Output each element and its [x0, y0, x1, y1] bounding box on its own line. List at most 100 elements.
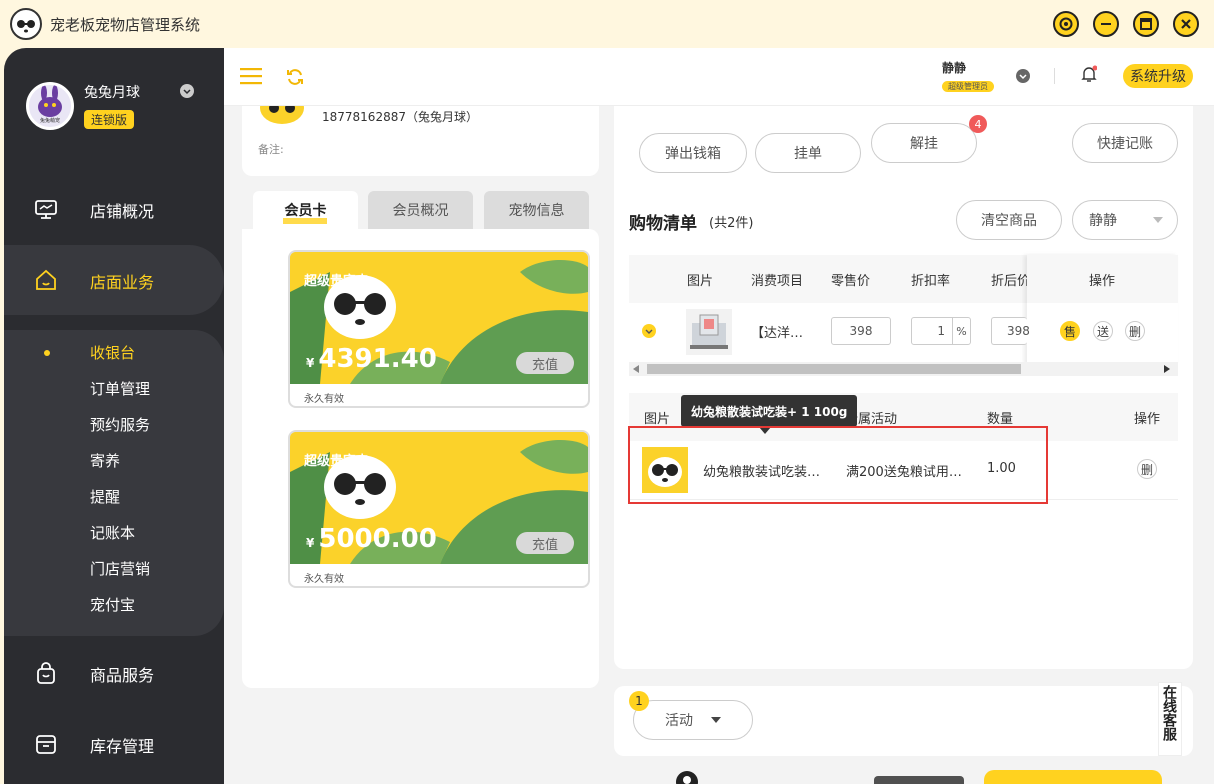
discount-input[interactable]: 1 %: [911, 317, 971, 345]
scrollbar-thumb[interactable]: [647, 364, 1021, 374]
maximize-button[interactable]: [1133, 11, 1159, 37]
upgrade-button[interactable]: 系统升级: [1123, 64, 1193, 88]
minimize-icon: [1101, 23, 1111, 25]
hold-order-button[interactable]: 挂单: [755, 133, 861, 173]
operator-role-badge: 超级管理员: [942, 81, 994, 92]
member-phone: 18778162887（兔兔月球）: [322, 110, 478, 124]
column-header: 数量: [987, 412, 1014, 427]
member-card[interactable]: 超级贵宾卡 ¥5000.00 充值 永久有效: [288, 430, 590, 588]
column-header: 图片: [644, 412, 671, 427]
target-icon: [1059, 17, 1073, 31]
tab-label: 会员卡: [284, 203, 327, 219]
member-card[interactable]: 超级贵宾卡 ¥4391.40 充值 永久有效: [288, 250, 590, 408]
highlight-box: [628, 426, 1048, 504]
scroll-left-icon[interactable]: [633, 365, 639, 373]
house-icon: [36, 269, 56, 290]
subnav-appointments[interactable]: 预约服务: [90, 414, 150, 435]
card-balance: ¥5000.00: [306, 524, 437, 554]
column-header: 消费项目: [751, 274, 804, 289]
retail-price-input[interactable]: 398: [831, 317, 891, 345]
close-button[interactable]: [1173, 11, 1199, 37]
recharge-button[interactable]: 充值: [516, 352, 574, 374]
card-amount-value: 5000.00: [318, 524, 437, 554]
activity-bar: 活动 1: [614, 686, 1193, 756]
bag-icon: [37, 662, 55, 684]
app-title: 宠老板宠物店管理系统: [50, 16, 201, 34]
horizontal-scrollbar[interactable]: [629, 362, 1027, 376]
tab-pet-info[interactable]: 宠物信息: [484, 191, 589, 229]
product-name: 【达洋…: [751, 326, 804, 341]
member-card-panel: 超级贵宾卡 ¥4391.40 充值 永久有效 超级贵宾卡 ¥ 5000.00 充…: [242, 229, 599, 688]
total-amount-partial: [874, 776, 964, 784]
subnav-marketing[interactable]: 门店营销: [90, 558, 150, 579]
nav-label: 店铺概况: [90, 202, 155, 221]
quick-record-button[interactable]: 快捷记账: [1072, 123, 1178, 163]
close-icon: [1181, 19, 1191, 29]
delete-button[interactable]: 删: [1125, 321, 1145, 341]
refresh-icon[interactable]: [286, 68, 304, 86]
expand-chevron-icon[interactable]: [642, 324, 656, 338]
menu-icon[interactable]: [240, 67, 262, 85]
operator-name: 静静: [942, 61, 967, 75]
subnav-cashier[interactable]: 收银台: [90, 342, 135, 363]
card-amount-value: 4391.40: [318, 344, 437, 374]
submenu: [4, 330, 224, 636]
active-dot: [44, 350, 50, 356]
final-price-input[interactable]: 398: [991, 317, 1030, 345]
user-menu-chevron-icon[interactable]: [180, 84, 194, 98]
card-title: 超级贵宾卡: [304, 274, 370, 289]
unhold-count-badge: 4: [969, 115, 987, 133]
sell-button[interactable]: 售: [1060, 321, 1080, 341]
unhold-order-button[interactable]: 解挂: [871, 123, 977, 163]
top-bar: 静静 超级管理员 系统升级: [224, 48, 1214, 106]
staff-select-value: 静静: [1089, 213, 1117, 229]
cart-count: (共2件): [709, 216, 754, 231]
activity-count-badge: 1: [629, 691, 649, 711]
column-header: 操作: [1134, 412, 1161, 427]
subnav-orders[interactable]: 订单管理: [90, 378, 150, 399]
subnav-petpay[interactable]: 宠付宝: [90, 594, 135, 615]
currency-symbol: ¥: [306, 356, 315, 370]
member-info-panel: 18778162887（兔兔月球） 备注:: [242, 106, 599, 176]
operator-chevron-down-icon[interactable]: [1016, 69, 1030, 83]
member-note-label: 备注:: [258, 143, 284, 156]
subnav-ledger[interactable]: 记账本: [90, 522, 135, 543]
caret-down-icon: [1153, 217, 1163, 223]
subnav-reminders[interactable]: 提醒: [90, 486, 120, 507]
member-avatar-icon: [260, 106, 304, 124]
cart-title: 购物清单: [629, 214, 697, 234]
nav-label: 店面业务: [90, 273, 155, 292]
minimize-button[interactable]: [1093, 11, 1119, 37]
gift-button[interactable]: 送: [1093, 321, 1113, 341]
currency-symbol: ¥: [306, 536, 315, 550]
online-service-button[interactable]: 在线客服: [1158, 682, 1182, 756]
nav-item-goods-services[interactable]: 商品服务: [4, 638, 224, 708]
subnav-boarding[interactable]: 寄养: [90, 450, 120, 471]
nav-label: 商品服务: [90, 666, 155, 685]
user-icon[interactable]: [675, 770, 699, 784]
clear-cart-button[interactable]: 清空商品: [956, 200, 1062, 240]
percent-unit: %: [952, 318, 970, 344]
caret-down-icon: [711, 716, 721, 723]
staff-select[interactable]: 静静: [1072, 200, 1178, 240]
checkout-button[interactable]: [984, 770, 1162, 784]
nav-item-inventory[interactable]: 库存管理: [4, 709, 224, 779]
tab-member-overview[interactable]: 会员概况: [368, 191, 473, 229]
column-header: 操作: [1089, 274, 1116, 289]
scroll-right-icon[interactable]: [1164, 365, 1170, 373]
recharge-button[interactable]: 充值: [516, 532, 574, 554]
tab-member-card[interactable]: 会员卡: [253, 191, 358, 229]
card-validity: 永久有效: [304, 574, 344, 585]
nav-item-store-overview[interactable]: 店铺概况: [4, 174, 224, 244]
settings-window-button[interactable]: [1053, 11, 1079, 37]
divider: [1054, 68, 1055, 84]
activity-select[interactable]: 活动: [633, 700, 753, 740]
avatar[interactable]: 兔兔萌宠: [26, 82, 74, 130]
cash-drawer-button[interactable]: 弹出钱箱: [639, 133, 747, 173]
maximize-icon: [1140, 18, 1152, 30]
column-header: 折扣率: [911, 274, 951, 289]
nav-item-storefront-business[interactable]: 店面业务: [4, 245, 224, 315]
delete-button[interactable]: 删: [1137, 459, 1157, 479]
bell-icon[interactable]: [1081, 65, 1097, 83]
avatar-caption: 兔兔萌宠: [40, 117, 60, 124]
